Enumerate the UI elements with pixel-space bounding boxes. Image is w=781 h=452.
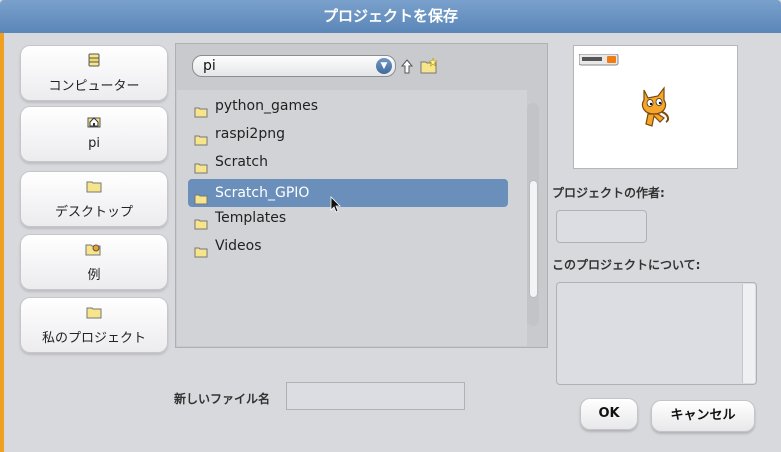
file-name: Videos xyxy=(215,238,262,254)
location-computer-button[interactable]: コンピューター xyxy=(20,45,168,101)
about-textarea[interactable] xyxy=(556,282,757,385)
folder-icon xyxy=(21,305,167,323)
scratch-cat-icon xyxy=(636,84,672,134)
location-examples-button[interactable]: 例 xyxy=(20,234,168,290)
list-item[interactable]: Scratch xyxy=(188,148,508,176)
new-folder-icon[interactable] xyxy=(420,57,438,74)
dropdown-arrow-icon[interactable]: ▼ xyxy=(376,58,392,74)
list-item[interactable]: raspi2png xyxy=(188,120,508,148)
filename-input[interactable] xyxy=(286,382,465,410)
scrollbar-thumb[interactable] xyxy=(529,180,538,298)
path-dropdown[interactable]: pi ▼ xyxy=(192,55,396,77)
cancel-button[interactable]: キャンセル xyxy=(651,400,755,432)
ok-button[interactable]: OK xyxy=(580,398,638,430)
filename-label: 新しいファイル名 xyxy=(174,392,271,406)
home-icon xyxy=(21,114,167,132)
file-name: python_games xyxy=(215,98,318,114)
current-path: pi xyxy=(203,58,216,74)
location-desktop-button[interactable]: デスクトップ xyxy=(20,171,168,227)
list-item[interactable]: Templates xyxy=(188,204,508,232)
list-item[interactable]: Videos xyxy=(188,232,508,260)
about-scrollbar[interactable] xyxy=(742,284,755,383)
file-name: Templates xyxy=(215,210,287,226)
location-my-projects-button[interactable]: 私のプロジェクト xyxy=(20,297,168,353)
mouse-cursor-icon xyxy=(330,196,342,218)
file-name: Scratch xyxy=(215,154,268,170)
dialog-title: プロジェクトを保存 xyxy=(0,0,781,33)
author-label: プロジェクトの作者: xyxy=(552,186,665,200)
list-item[interactable]: python_games xyxy=(188,92,508,120)
examples-icon xyxy=(21,242,167,260)
location-label: デスクトップ xyxy=(54,205,133,220)
file-name: Scratch_GPIO xyxy=(215,185,310,201)
location-home-button[interactable]: pi xyxy=(20,106,168,162)
location-label: 私のプロジェクト xyxy=(41,331,146,346)
folder-icon xyxy=(194,100,208,118)
folder-icon xyxy=(194,156,208,174)
folder-icon xyxy=(21,179,167,197)
author-field[interactable] xyxy=(556,210,647,243)
list-item-selected[interactable]: Scratch_GPIO xyxy=(188,179,508,207)
about-label: このプロジェクトについて: xyxy=(552,258,701,272)
parent-folder-icon[interactable] xyxy=(400,58,414,76)
project-thumbnail xyxy=(573,45,738,169)
location-label: 例 xyxy=(87,268,101,283)
file-name: raspi2png xyxy=(215,126,285,142)
computer-icon xyxy=(21,53,167,71)
variable-monitor-icon xyxy=(578,51,619,70)
file-list[interactable]: python_games raspi2png Scratch Scratch_G… xyxy=(177,90,527,346)
location-label: pi xyxy=(88,136,100,151)
location-label: コンピューター xyxy=(48,79,140,94)
folder-icon xyxy=(194,240,208,258)
folder-icon xyxy=(194,187,208,205)
folder-icon xyxy=(194,212,208,230)
folder-icon xyxy=(194,128,208,146)
